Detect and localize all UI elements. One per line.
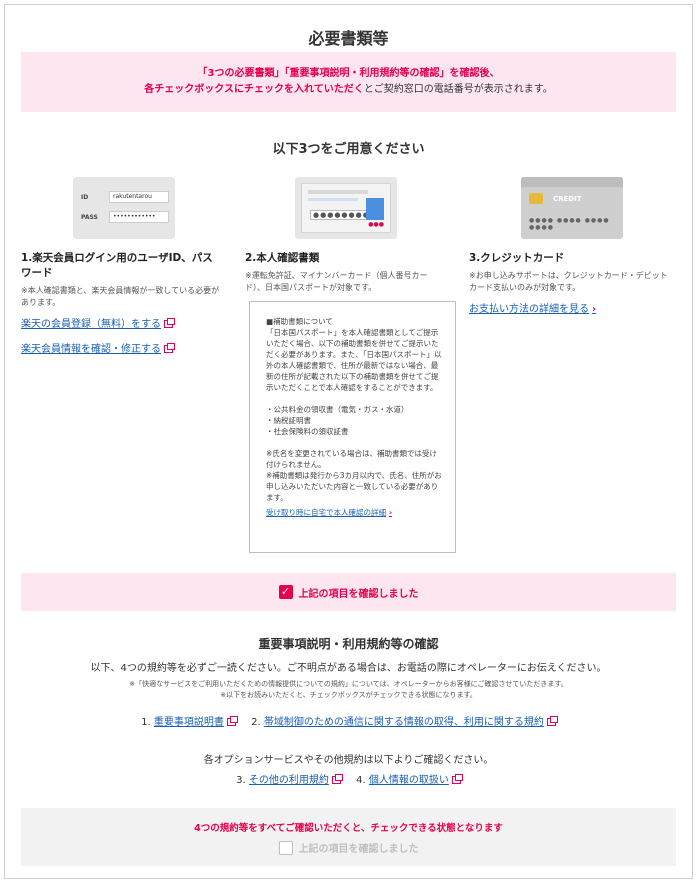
- terms-note-1: ※「快適なサービスをご利用いただくための情報提供についての規約」については、オペ…: [129, 680, 568, 688]
- edit-member-info-link[interactable]: 楽天会員情報を確認・修正する: [21, 340, 175, 355]
- confirm-terms-checkbox-row[interactable]: 上記の項目を確認しました: [21, 840, 676, 855]
- options-lead: 各オプションサービスやその他規約は以下よりご確認ください。: [203, 755, 494, 766]
- illus-pass-label: PASS: [81, 213, 98, 221]
- external-link-icon: [164, 318, 175, 328]
- requirement-login: ID rakutentarou PASS •••••••••••• 1.楽天会員…: [21, 177, 221, 355]
- register-member-link-text: 楽天の会員登録（無料）をする: [21, 319, 161, 330]
- login-illustration: ID rakutentarou PASS ••••••••••••: [73, 177, 175, 239]
- terms-links-row-2: 3. その他の利用規約 4. 個人情報の取扱い: [5, 771, 692, 786]
- checkbox-checked-icon[interactable]: ✓: [278, 585, 293, 599]
- terms-item-2: 2. 帯域制御のための通信に関する情報の取得、利用に関する規約: [251, 716, 558, 728]
- terms-item-num: 2.: [251, 717, 261, 728]
- supp-description: 「日本国パスポート」を本人確認書類としてご提示いただく場合、以下の補助書類を併せ…: [266, 328, 442, 392]
- external-link-icon: [451, 774, 463, 784]
- register-member-link[interactable]: 楽天の会員登録（無料）をする: [21, 315, 175, 330]
- chevron-right-icon: ›: [592, 304, 597, 315]
- notice-line-2: 各チェックボックスにチェックを入れていただくとご契約窓口の電話番号が表示されます…: [21, 82, 676, 98]
- terms-item-num: 4.: [356, 775, 366, 786]
- confirm-documents-label[interactable]: 上記の項目を確認しました: [299, 585, 419, 600]
- login-heading: 1.楽天会員ログイン用のユーザID、パスワード: [21, 252, 213, 279]
- external-link-icon: [164, 343, 175, 353]
- other-terms-link[interactable]: その他の利用規約: [249, 775, 329, 786]
- illus-id-value: rakutentarou: [109, 191, 169, 203]
- edit-member-info-link-text: 楽天会員情報を確認・修正する: [21, 344, 161, 355]
- id-card-dots: ●●●●●●●●: [310, 210, 373, 220]
- home-verification-link[interactable]: 受け取り時に自宅で本人確認の詳細 ›: [266, 508, 392, 517]
- illus-id-label: ID: [81, 193, 89, 201]
- supp-note-1: ※氏名を変更されている場合は、補助書類では受け付けられません。: [266, 449, 438, 469]
- terms-item-1: 1. 重要事項説明書: [141, 716, 239, 728]
- credit-number: ●●●● ●●●● ●●●● ●●●●: [529, 217, 610, 231]
- id-document-note: ※運転免許証、マイナンバーカード（個人番号カード）、日本国パスポートが対象です。: [245, 271, 428, 292]
- home-verification-link-text: 受け取り時に自宅で本人確認の詳細: [266, 508, 386, 517]
- terms-lead: 以下、4つの規約等を必ずご一読ください。ご不明点がある場合は、お電話の際にオペレ…: [90, 663, 607, 674]
- credit-card-heading: 3.クレジットカード: [469, 252, 565, 264]
- checkbox-unchecked-icon[interactable]: [278, 840, 293, 855]
- illus-pass-value: ••••••••••••: [109, 211, 169, 223]
- id-document-heading: 2.本人確認書類: [245, 252, 320, 264]
- login-note: ※本人確認書類と、楽天会員情報が一致している必要があります。: [21, 286, 220, 307]
- terms-notes: ※「快適なサービスをご利用いただくための情報提供についての規約」については、オペ…: [5, 679, 692, 701]
- illus-pass-row: PASS ••••••••••••: [81, 211, 169, 223]
- confirm-documents-checkbox-row[interactable]: ✓ 上記の項目を確認しました: [21, 573, 676, 611]
- page-frame: 必要書類等 「3つの必要書類」「重要事項説明・利用規約等の確認」を確認後、 各チ…: [4, 4, 693, 879]
- id-card-red-dots: ●●●: [368, 221, 384, 228]
- credit-label: CREDIT: [553, 195, 582, 203]
- credit-card-note: ※お申し込みサポートは、クレジットカード・デビットカード支払いのみが対象です。: [469, 271, 668, 292]
- notice-line-1: 「3つの必要書類」「重要事項説明・利用規約等の確認」を確認後、: [197, 68, 500, 79]
- requirement-id-document: ●●●●●●●● ●●● 2.本人確認書類 ※運転免許証、マイナンバーカード（個…: [245, 177, 445, 294]
- confirm-terms-area: 4つの規約等をすべてご確認いただくと、チェックできる状態となります 上記の項目を…: [21, 808, 676, 866]
- terms-check-message: 4つの規約等をすべてご確認いただくと、チェックできる状態となります: [194, 823, 503, 834]
- privacy-policy-link[interactable]: 個人情報の取扱い: [369, 775, 449, 786]
- illus-id-row: ID rakutentarou: [81, 191, 169, 203]
- confirm-terms-label[interactable]: 上記の項目を確認しました: [299, 840, 419, 855]
- terms-item-4: 4. 個人情報の取扱い: [356, 774, 463, 786]
- supplementary-docs-box: ■補助書類について 「日本国パスポート」を本人確認書類としてご提示いただく場合、…: [249, 301, 456, 553]
- terms-note-2: ※以下をお読みいただくと、チェックボックスがチェックできる状態になります。: [220, 691, 477, 699]
- terms-item-num: 3.: [236, 775, 246, 786]
- chevron-right-icon: ›: [389, 508, 393, 517]
- card-chip-icon: [529, 193, 543, 204]
- supp-item: ・社会保険料の領収証書: [266, 427, 349, 436]
- id-card-illustration: ●●●●●●●● ●●●: [295, 177, 397, 239]
- terms-item-3: 3. その他の利用規約: [236, 774, 344, 786]
- terms-links-row-1: 1. 重要事項説明書 2. 帯域制御のための通信に関する情報の取得、利用に関する…: [5, 713, 692, 728]
- bandwidth-control-terms-link[interactable]: 帯域制御のための通信に関する情報の取得、利用に関する規約: [264, 717, 544, 728]
- payment-details-link-text: お支払い方法の詳細を見る: [469, 304, 589, 315]
- page-title: 必要書類等: [308, 29, 389, 48]
- terms-item-num: 1.: [141, 717, 151, 728]
- id-card-shape: ●●●●●●●● ●●●: [301, 183, 391, 233]
- payment-details-link[interactable]: お支払い方法の詳細を見る ›: [469, 300, 596, 315]
- person-photo-icon: [366, 198, 384, 220]
- important-matters-link[interactable]: 重要事項説明書: [154, 717, 224, 728]
- external-link-icon: [546, 716, 558, 726]
- credit-card-shape: CREDIT ●●●● ●●●● ●●●● ●●●●: [521, 177, 623, 239]
- requirement-credit-card: CREDIT ●●●● ●●●● ●●●● ●●●● 3.クレジットカード ※お…: [469, 177, 669, 315]
- notice-highlight: 各チェックボックスにチェックを入れていただく: [144, 84, 364, 95]
- external-link-icon: [226, 716, 238, 726]
- supp-heading: ■補助書類について: [266, 317, 333, 326]
- notice-rest: とご契約窓口の電話番号が表示されます。: [363, 84, 553, 95]
- supp-note-2: ※補助書類は発行から3カ月以内で、氏名、住所がお申し込みいただいた内容と一致して…: [266, 471, 442, 502]
- supp-item: ・納税証明書: [266, 416, 311, 425]
- prepare-title: 以下3つをご用意ください: [272, 142, 425, 157]
- supp-item: ・公共料金の領収書（電気・ガス・水道）: [266, 405, 409, 414]
- instruction-notice: 「3つの必要書類」「重要事項説明・利用規約等の確認」を確認後、 各チェックボック…: [21, 52, 676, 112]
- credit-card-illustration: CREDIT ●●●● ●●●● ●●●● ●●●●: [521, 177, 623, 239]
- external-link-icon: [331, 774, 343, 784]
- terms-title: 重要事項説明・利用規約等の確認: [258, 637, 439, 651]
